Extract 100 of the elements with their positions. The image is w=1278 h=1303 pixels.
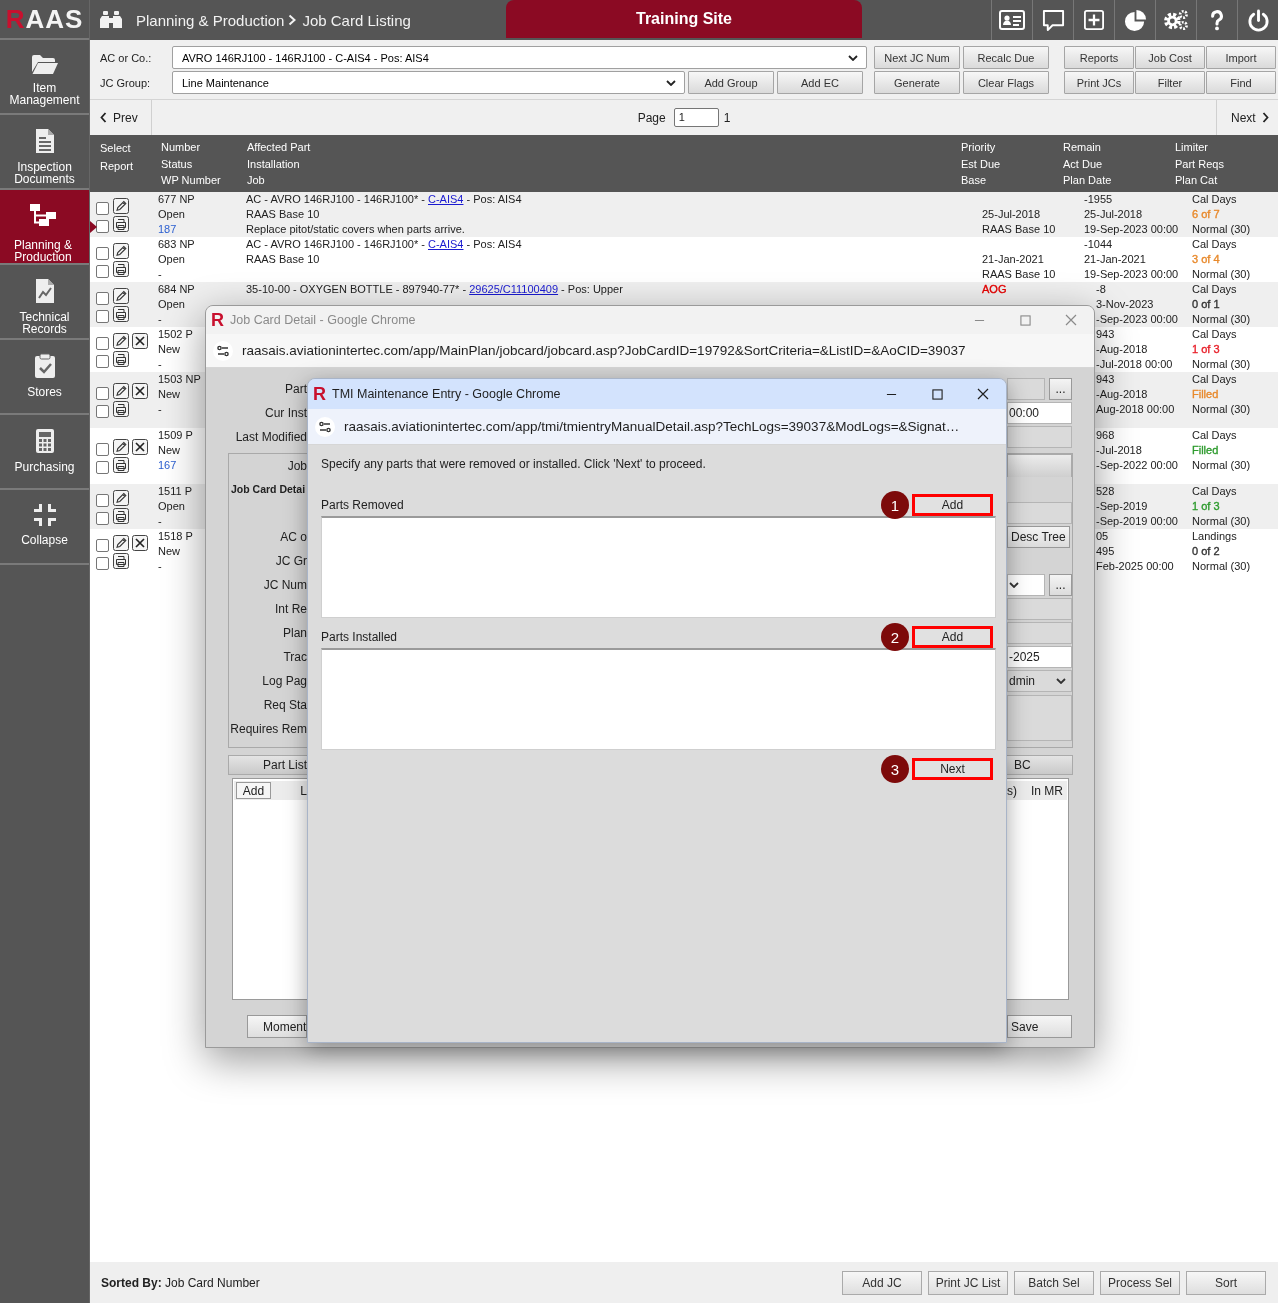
wp-number[interactable]: 167 — [158, 458, 177, 473]
part-link[interactable]: C-AIS4 — [428, 193, 464, 205]
print-icon[interactable] — [113, 215, 129, 232]
part-link[interactable]: 29625/C11100409 — [469, 283, 559, 295]
part-link[interactable]: C-AIS4 — [428, 238, 464, 250]
edit-icon[interactable] — [113, 332, 129, 349]
aircraft-select[interactable]: AVRO 146RJ100 - 146RJ100 - C-AIS4 - Pos: AIS4 — [172, 46, 867, 69]
power-icon[interactable] — [1246, 8, 1270, 32]
dropdown-field[interactable]: dmin — [1007, 670, 1072, 692]
url-text[interactable]: raasais.aviationintertec.com/app/tmi/tmientryManualDetail.asp?TechLogs=39037&ModLogs=&Signat… — [344, 419, 960, 434]
select-checkbox[interactable] — [96, 493, 109, 507]
report-checkbox[interactable] — [96, 309, 109, 323]
site-settings-icon[interactable] — [315, 416, 335, 437]
column-header: Report — [100, 159, 134, 174]
next-button[interactable]: Next — [912, 758, 993, 780]
edit-icon[interactable] — [113, 489, 129, 506]
toolbar-button[interactable]: Clear Flags — [963, 71, 1049, 94]
toolbar-button[interactable]: Next JC Num — [874, 46, 960, 69]
report-checkbox[interactable] — [96, 405, 109, 418]
edit-icon[interactable] — [113, 197, 129, 214]
edit-icon[interactable] — [113, 242, 129, 259]
toolbar-button[interactable]: Filter — [1135, 71, 1205, 94]
report-checkbox[interactable] — [96, 264, 109, 278]
select-checkbox[interactable] — [96, 387, 109, 400]
column-header: s) — [1007, 783, 1017, 798]
report-checkbox[interactable] — [96, 556, 109, 570]
report-checkbox[interactable] — [96, 511, 109, 525]
footer-button[interactable]: Sort — [1186, 1270, 1266, 1295]
print-icon[interactable] — [113, 305, 129, 322]
print-icon[interactable] — [113, 507, 129, 524]
footer-button[interactable]: Print JC List — [928, 1270, 1008, 1295]
toolbar-button[interactable]: Find — [1206, 71, 1276, 94]
help-icon[interactable] — [1210, 8, 1224, 32]
toolbar-button[interactable]: Import — [1206, 46, 1276, 69]
toolbar-button[interactable]: Reports — [1064, 46, 1134, 69]
footer-button[interactable]: Batch Sel — [1014, 1270, 1094, 1295]
dropdown-field[interactable] — [1007, 574, 1045, 596]
edit-icon[interactable] — [113, 383, 129, 399]
url-text[interactable]: raasais.aviationintertec.com/app/MainPlan/jobcard/jobcard.asp?JobCardID=19792&SortCriteria=&ListID=&AoCID=39037 — [242, 343, 966, 358]
delete-icon[interactable] — [132, 439, 148, 455]
prev-link[interactable]: Prev — [100, 110, 138, 125]
print-icon[interactable] — [113, 260, 129, 277]
chat-icon[interactable] — [1041, 8, 1065, 32]
add-button[interactable]: Add — [912, 626, 993, 648]
select-checkbox[interactable] — [96, 291, 109, 305]
delete-icon[interactable] — [132, 534, 148, 551]
toolbar-button[interactable]: Generate — [874, 71, 960, 94]
moment-button[interactable]: Moment — [247, 1015, 307, 1038]
limiter-text: Cal Days — [1192, 237, 1237, 252]
site-settings-icon[interactable] — [213, 340, 233, 361]
text-field[interactable] — [1007, 378, 1045, 400]
remain-value: 943 — [1096, 327, 1115, 342]
toolbar-button[interactable]: Job Cost — [1135, 46, 1205, 69]
save-button[interactable]: Save — [1007, 1015, 1072, 1038]
section-label: Parts Removed — [321, 498, 405, 512]
footer-button[interactable]: Add JC — [842, 1270, 922, 1295]
report-checkbox[interactable] — [96, 219, 109, 233]
edit-icon[interactable] — [113, 439, 129, 455]
edit-icon[interactable] — [113, 287, 129, 304]
plan-date: -Jul-2018 00:00 — [1096, 357, 1173, 372]
input-field[interactable]: 00:00 — [1007, 402, 1072, 424]
delete-icon[interactable] — [132, 332, 148, 349]
next-link[interactable]: Next — [1231, 110, 1269, 125]
breadcrumb-link[interactable]: Planning & Production — [136, 11, 285, 29]
toolbar-button[interactable]: Recalc Due — [963, 46, 1049, 69]
select-checkbox[interactable] — [96, 246, 109, 260]
toolbar-button[interactable]: Add Group — [688, 71, 774, 94]
toolbar-button[interactable]: Add EC — [777, 71, 863, 94]
toolbar-button[interactable]: Print JCs — [1064, 71, 1134, 94]
print-icon[interactable] — [113, 457, 129, 473]
panel-button[interactable]: Desc Tree — [1007, 526, 1070, 548]
settings-icon[interactable] — [1163, 9, 1189, 31]
close-icon[interactable] — [977, 388, 989, 400]
column-header: Act Due — [1063, 156, 1103, 172]
footer-button[interactable]: Process Sel — [1100, 1270, 1180, 1295]
plus-box-icon[interactable] — [1084, 10, 1104, 30]
print-icon[interactable] — [113, 552, 129, 569]
select-checkbox[interactable] — [96, 538, 109, 552]
lookup-button[interactable]: ... — [1049, 378, 1072, 400]
add-part-button[interactable]: Add — [236, 782, 271, 799]
print-icon[interactable] — [113, 350, 129, 367]
delete-icon[interactable] — [132, 383, 148, 399]
pie-chart-icon[interactable] — [1123, 8, 1147, 32]
page-input[interactable]: 1 — [673, 108, 719, 127]
wp-number[interactable]: 187 — [158, 222, 177, 237]
select-checkbox[interactable] — [96, 201, 109, 215]
select-checkbox[interactable] — [96, 443, 109, 456]
report-checkbox[interactable] — [96, 354, 109, 368]
edit-icon[interactable] — [113, 534, 129, 551]
job-card-number: 1503 NP — [158, 372, 201, 387]
add-button[interactable]: Add — [912, 494, 993, 516]
id-card-icon[interactable] — [999, 10, 1025, 30]
select-checkbox[interactable] — [96, 336, 109, 350]
print-icon[interactable] — [113, 401, 129, 417]
report-checkbox[interactable] — [96, 461, 109, 474]
input-field[interactable]: -2025 — [1007, 646, 1072, 668]
lookup-button[interactable]: ... — [1049, 574, 1072, 596]
group-select[interactable]: Line Maintenance — [172, 71, 685, 94]
page-title: Job Card Listing — [302, 11, 411, 29]
maximize-icon[interactable] — [931, 388, 943, 400]
